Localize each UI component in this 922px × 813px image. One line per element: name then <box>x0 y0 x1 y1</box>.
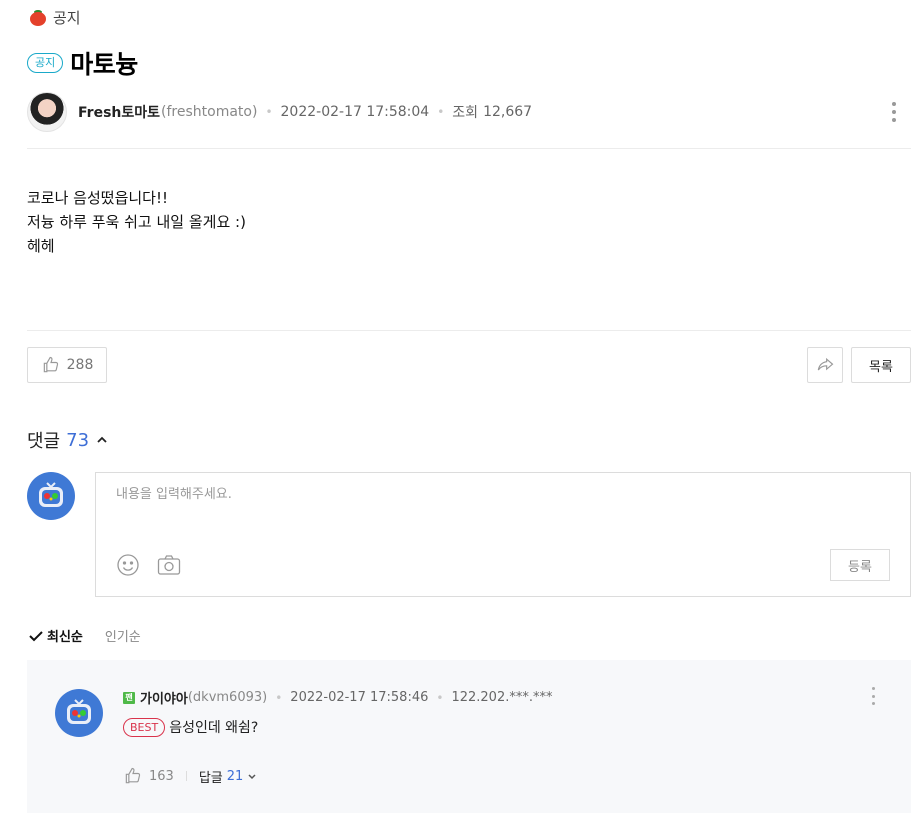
post-body-line: 코로나 음성떴읍니다!! <box>27 189 168 207</box>
divider <box>27 330 911 331</box>
category-label: 공지 <box>53 9 81 27</box>
reply-label: 답글 <box>198 770 223 786</box>
commenter-id: (dkvm6093) <box>187 690 268 705</box>
divider <box>27 148 911 149</box>
comment-item: 팬 가이야아 (dkvm6093) • 2022-02-17 17:58:46 … <box>27 660 911 813</box>
more-options-icon[interactable] <box>886 100 902 124</box>
comment-input[interactable] <box>116 487 876 502</box>
tomato-icon <box>29 9 47 27</box>
comment-meta: 팬 가이야아 (dkvm6093) • 2022-02-17 17:58:46 … <box>123 688 552 707</box>
post-meta: Fresh토마토 (freshtomato) • 2022-02-17 17:5… <box>27 92 532 132</box>
comments-count: 73 <box>66 429 90 451</box>
commenter-name[interactable]: 가이야아 <box>140 688 188 707</box>
comments-label: 댓글 <box>27 431 61 452</box>
comment-content: BEST 음성인데 왜쉼? <box>123 717 258 737</box>
reply-count: 21 <box>226 768 244 784</box>
comment-like-button[interactable]: 163 <box>123 766 174 786</box>
list-button[interactable]: 목록 <box>851 347 911 383</box>
chevron-down-icon <box>248 774 256 780</box>
thumbs-up-icon <box>125 767 141 784</box>
reply-toggle[interactable]: 답글 21 <box>199 767 257 786</box>
author-avatar[interactable] <box>27 92 67 132</box>
checkmark-icon <box>29 630 43 641</box>
comment-like-count: 163 <box>149 768 174 784</box>
camera-icon[interactable] <box>157 554 181 580</box>
sort-latest-label: 최신순 <box>47 630 83 645</box>
post-title-row: 공지 마토늉 <box>27 45 138 81</box>
sort-popular-tab[interactable]: 인기순 <box>105 626 141 645</box>
comment-editor: 등록 <box>95 472 911 597</box>
comment-sort: 최신순 인기순 <box>29 626 141 645</box>
like-count: 288 <box>66 357 94 373</box>
post-body-line: 헤헤 <box>27 237 55 255</box>
author-name[interactable]: Fresh토마토 <box>78 102 160 122</box>
comments-toggle[interactable]: 댓글 73 <box>27 427 109 453</box>
views-count: 12,667 <box>483 104 533 120</box>
share-arrow-icon <box>817 357 834 371</box>
meta-separator: • <box>437 105 445 119</box>
category-breadcrumb[interactable]: 공지 <box>29 7 81 28</box>
meta-separator: • <box>275 690 283 705</box>
share-button[interactable] <box>807 347 843 383</box>
submit-comment-button[interactable]: 등록 <box>830 549 890 581</box>
action-separator <box>185 771 187 781</box>
sort-latest-tab[interactable]: 최신순 <box>29 626 83 645</box>
meta-separator: • <box>265 105 273 119</box>
author-id: (freshtomato) <box>161 104 258 120</box>
tv-character-icon <box>67 699 91 724</box>
comment-date: 2022-02-17 17:58:46 <box>290 690 429 705</box>
comment-actions: 163 답글 21 <box>123 766 257 786</box>
views-label: 조회 <box>452 105 479 121</box>
post-title: 마토늉 <box>70 50 138 79</box>
chevron-up-icon <box>97 436 107 443</box>
best-badge: BEST <box>123 717 166 737</box>
like-button[interactable]: 288 <box>27 347 107 383</box>
commenter-avatar[interactable] <box>55 689 103 737</box>
comment-ip: 122.202.***.*** <box>451 690 553 705</box>
meta-separator: • <box>436 690 444 705</box>
emoji-icon[interactable] <box>116 553 140 581</box>
post-date: 2022-02-17 17:58:04 <box>280 104 430 120</box>
my-avatar <box>27 472 75 520</box>
tv-character-icon <box>39 482 63 507</box>
post-body-line: 저늉 하루 푸욱 쉬고 내일 올게요 :) <box>27 213 246 231</box>
fan-level-badge: 팬 <box>123 691 135 704</box>
notice-badge: 공지 <box>27 53 64 73</box>
thumbs-up-icon <box>43 356 58 373</box>
comment-text: 음성인데 왜쉼? <box>169 720 259 736</box>
comment-more-icon[interactable] <box>870 687 876 705</box>
post-body: 코로나 음성떴읍니다!! 저늉 하루 푸욱 쉬고 내일 올게요 :) 헤헤 <box>27 186 246 258</box>
